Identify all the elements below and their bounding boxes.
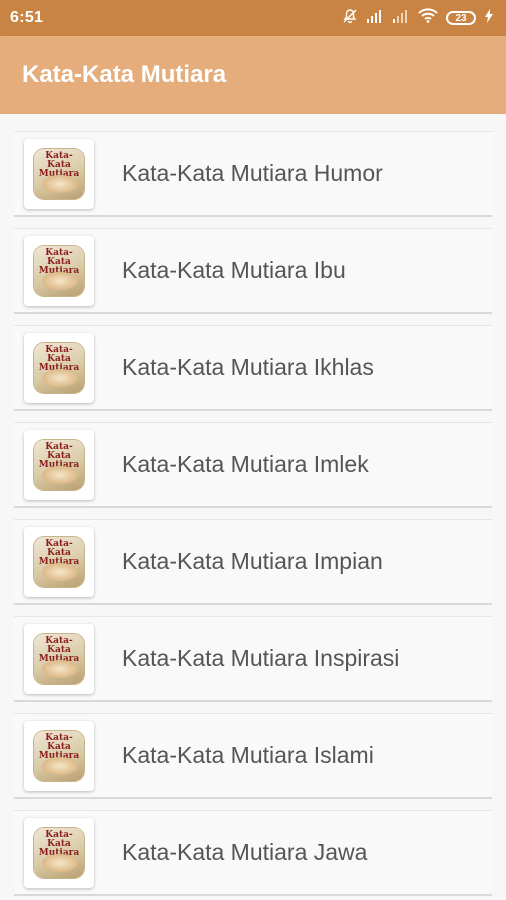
list-item[interactable]: Kata-Kata Mutiara Kata-Kata Mutiara Humo…	[14, 131, 492, 217]
list-item[interactable]: Kata-Kata Mutiara Kata-Kata Mutiara Imle…	[14, 422, 492, 508]
list-item[interactable]: Kata-Kata Mutiara Kata-Kata Mutiara Insp…	[14, 616, 492, 702]
list-item[interactable]: Kata-Kata Mutiara Kata-Kata Mutiara Ibu	[14, 228, 492, 314]
list-item-label: Kata-Kata Mutiara Humor	[122, 160, 383, 186]
list-item[interactable]: Kata-Kata Mutiara Kata-Kata Mutiara Ikhl…	[14, 325, 492, 411]
category-thumbnail: Kata-Kata Mutiara	[24, 429, 94, 500]
list-item-label: Kata-Kata Mutiara Ikhlas	[122, 354, 374, 380]
charging-icon	[484, 8, 494, 28]
list-item-label: Kata-Kata Mutiara Jawa	[122, 839, 368, 865]
wifi-icon	[418, 8, 438, 28]
list-item-label: Kata-Kata Mutiara Imlek	[122, 451, 369, 477]
category-thumbnail: Kata-Kata Mutiara	[24, 138, 94, 209]
status-bar: 6:51 23	[0, 0, 506, 36]
list-item[interactable]: Kata-Kata Mutiara Kata-Kata Mutiara Isla…	[14, 713, 492, 799]
category-thumbnail: Kata-Kata Mutiara	[24, 817, 94, 888]
list-item-label: Kata-Kata Mutiara Impian	[122, 548, 383, 574]
category-thumbnail: Kata-Kata Mutiara	[24, 332, 94, 403]
list-item-label: Kata-Kata Mutiara Islami	[122, 742, 374, 768]
battery-icon: 23	[446, 11, 476, 25]
category-thumbnail: Kata-Kata Mutiara	[24, 235, 94, 306]
status-icons: 23	[342, 8, 494, 29]
list-item-label: Kata-Kata Mutiara Ibu	[122, 257, 346, 283]
category-thumbnail: Kata-Kata Mutiara	[24, 623, 94, 694]
signal-weak-icon	[392, 9, 410, 28]
list-item-label: Kata-Kata Mutiara Inspirasi	[122, 645, 400, 671]
app-bar: Kata-Kata Mutiara	[0, 36, 506, 114]
list-item[interactable]: Kata-Kata Mutiara Kata-Kata Mutiara Impi…	[14, 519, 492, 605]
mute-icon	[342, 8, 358, 29]
signal-icon	[366, 9, 384, 28]
category-thumbnail: Kata-Kata Mutiara	[24, 720, 94, 791]
list-item[interactable]: Kata-Kata Mutiara Kata-Kata Mutiara Jawa	[14, 810, 492, 896]
clock: 6:51	[10, 9, 44, 26]
category-list: Kata-Kata Mutiara Kata-Kata Mutiara Humo…	[0, 114, 506, 900]
page-title: Kata-Kata Mutiara	[22, 61, 227, 88]
category-thumbnail: Kata-Kata Mutiara	[24, 526, 94, 597]
